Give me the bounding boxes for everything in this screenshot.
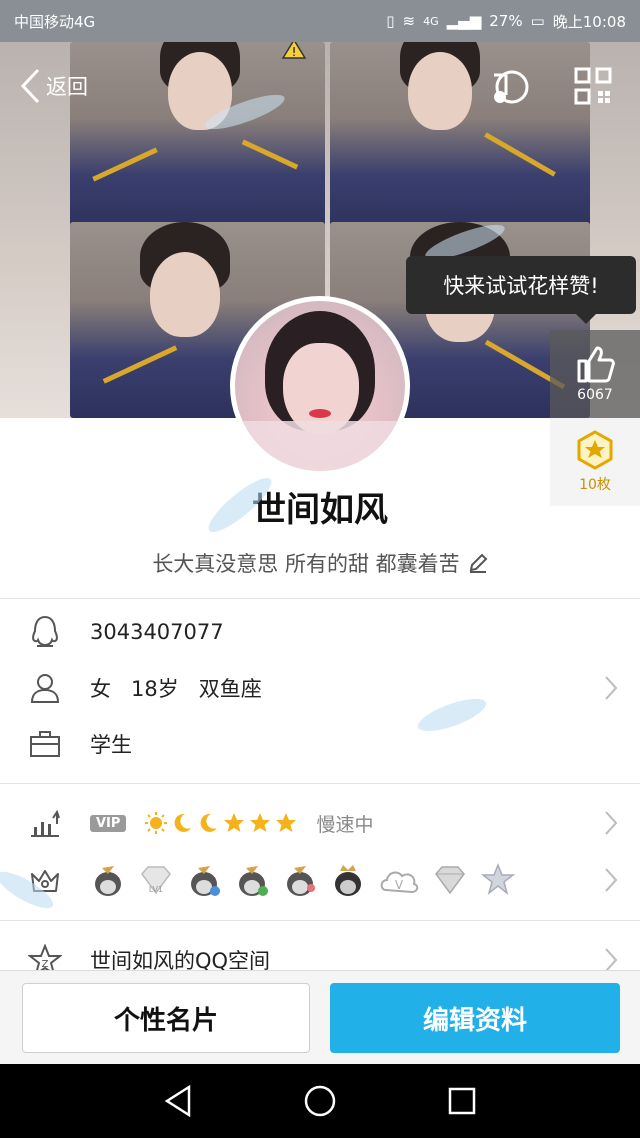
age: 18岁: [131, 677, 179, 701]
status-right: ▯ ≋ 4G ▂▄▆ 27% ▭ 晚上10:08: [386, 11, 626, 32]
occupation-row: 学生: [0, 716, 640, 772]
gender: 女: [90, 677, 111, 701]
signature[interactable]: 长大真没意思 所有的甜 都囊着苦: [0, 548, 640, 578]
recent-apps-icon[interactable]: [447, 1084, 477, 1118]
sun-level-icon: [145, 812, 168, 834]
vibrate-icon: ▯: [386, 12, 395, 30]
penguin-privilege-icon: [95, 866, 121, 896]
badge-count: 10枚: [579, 477, 611, 493]
nickname: 世间如风: [252, 490, 388, 530]
level-chart-icon: [28, 806, 62, 840]
penguin-privilege-icon: [287, 866, 315, 896]
v-cloud-privilege-icon: V: [380, 871, 419, 894]
star-level-icon: [250, 813, 271, 832]
occupation: 学生: [90, 733, 132, 757]
divider: [0, 920, 640, 921]
back-nav-icon[interactable]: [163, 1084, 193, 1118]
wifi-icon: ≋: [402, 12, 416, 30]
penguin-privilege-icon: [239, 866, 268, 896]
level-icons: [144, 811, 298, 835]
back-icon: [20, 68, 40, 104]
level-speed-status: 慢速中: [316, 813, 374, 836]
edit-profile-button[interactable]: 编辑资料: [330, 983, 620, 1053]
like-tip-tooltip: 快来试试花样赞!: [406, 256, 636, 324]
qq-number-row: 3043407077: [0, 604, 640, 660]
back-button[interactable]: 返回: [18, 67, 88, 105]
feather-decoration: [0, 871, 54, 909]
badge-button[interactable]: 10枚: [550, 418, 640, 506]
like-button[interactable]: 6067: [550, 330, 640, 418]
penguin-privilege-icon: [191, 866, 220, 896]
moon-level-icon: [201, 813, 218, 832]
signal-icon: ▂▄▆: [446, 12, 482, 30]
carrier-label: 中国移动4G: [14, 12, 96, 31]
battery-label: 27%: [489, 12, 523, 30]
bottom-action-bar: 个性名片 编辑资料: [0, 970, 640, 1065]
edit-pencil-icon[interactable]: [468, 553, 488, 573]
gender-age-zodiac: 女 18岁 双鱼座: [90, 673, 262, 703]
person-icon: [28, 671, 62, 705]
network-label: 4G: [423, 14, 439, 28]
music-icon[interactable]: [488, 67, 532, 107]
star-privilege-icon: [480, 862, 516, 895]
back-label: 返回: [46, 75, 88, 99]
battery-icon: ▭: [530, 12, 545, 30]
star-level-icon: [276, 813, 297, 832]
divider: [0, 783, 640, 784]
diamond-privilege-icon: LV1: [141, 866, 171, 895]
avatar[interactable]: [230, 296, 410, 476]
basic-info-row[interactable]: 女 18岁 双鱼座: [0, 660, 640, 716]
svg-text:LV1: LV1: [149, 885, 163, 894]
qq-number: 3043407077: [90, 620, 224, 644]
chevron-right-icon: [605, 868, 618, 892]
qq-penguin-icon: [28, 615, 62, 649]
privilege-icons: LV1 V: [90, 862, 516, 898]
chevron-right-icon: [605, 676, 618, 700]
clock-label: 晚上10:08: [552, 12, 626, 31]
top-nav: 返回: [0, 42, 640, 132]
penguin-crown-privilege-icon: [335, 865, 361, 896]
system-nav-bar: [0, 1064, 640, 1138]
diamond-privilege-icon: [435, 866, 465, 895]
star-badge-icon: [577, 430, 613, 470]
home-nav-icon[interactable]: [303, 1084, 337, 1118]
moon-level-icon: [175, 813, 192, 832]
profile-card-button[interactable]: 个性名片: [22, 983, 310, 1053]
like-count: 6067: [577, 387, 613, 403]
divider: [0, 598, 640, 599]
status-bar: 中国移动4G ▯ ≋ 4G ▂▄▆ 27% ▭ 晚上10:08: [0, 0, 640, 42]
briefcase-icon: [28, 727, 62, 761]
chevron-right-icon: [605, 811, 618, 835]
level-content: VIP 慢速中: [90, 810, 373, 837]
zodiac: 双鱼座: [198, 677, 262, 701]
level-row[interactable]: VIP 慢速中: [0, 795, 640, 851]
thumb-up-icon: [577, 346, 615, 383]
like-tip-text: 快来试试花样赞!: [443, 274, 599, 298]
signature-text: 长大真没意思 所有的甜 都囊着苦: [152, 552, 460, 576]
svg-text:V: V: [395, 878, 404, 892]
privilege-row[interactable]: LV1 V: [0, 852, 640, 908]
svg-text:Z: Z: [42, 959, 49, 970]
qr-code-icon[interactable]: [574, 67, 612, 105]
feather-decoration: [208, 477, 272, 533]
vip-badge: VIP: [90, 814, 127, 832]
star-level-icon: [224, 813, 245, 832]
